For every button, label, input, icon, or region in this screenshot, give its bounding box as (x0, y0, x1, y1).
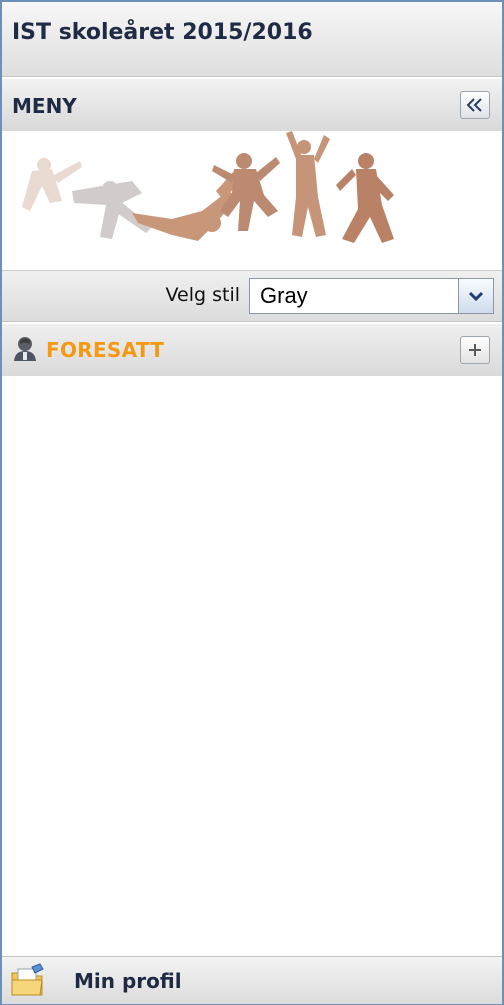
menu-header: MENY (2, 78, 502, 132)
plus-icon (469, 344, 481, 356)
style-select-dropdown-button[interactable] (458, 279, 493, 313)
menu-content-area (2, 376, 502, 956)
parent-person-icon (14, 337, 36, 361)
app-header: IST skoleåret 2015/2016 (2, 2, 502, 77)
style-label: Velg stil (165, 284, 241, 306)
my-profile-link[interactable]: Min profil (2, 956, 502, 1004)
chevron-down-icon (468, 291, 484, 301)
menu-panel: IST skoleåret 2015/2016 MENY Velg stil G… (0, 0, 504, 1005)
my-profile-label: Min profil (74, 969, 182, 993)
section-foresatt-label: FORESATT (46, 338, 165, 362)
style-select[interactable]: Gray (249, 278, 494, 314)
profile-folder-icon (11, 963, 44, 996)
collapse-menu-button[interactable] (460, 91, 490, 119)
style-select-value: Gray (260, 283, 308, 308)
style-selector-row: Velg stil Gray (2, 270, 502, 322)
app-title: IST skoleåret 2015/2016 (12, 20, 313, 45)
jumping-children-silhouettes (22, 131, 394, 243)
banner-image (2, 131, 502, 269)
section-foresatt[interactable]: FORESATT (2, 323, 502, 377)
double-chevron-left-icon (466, 98, 482, 112)
menu-title: MENY (12, 94, 77, 118)
expand-section-button[interactable] (460, 336, 490, 364)
